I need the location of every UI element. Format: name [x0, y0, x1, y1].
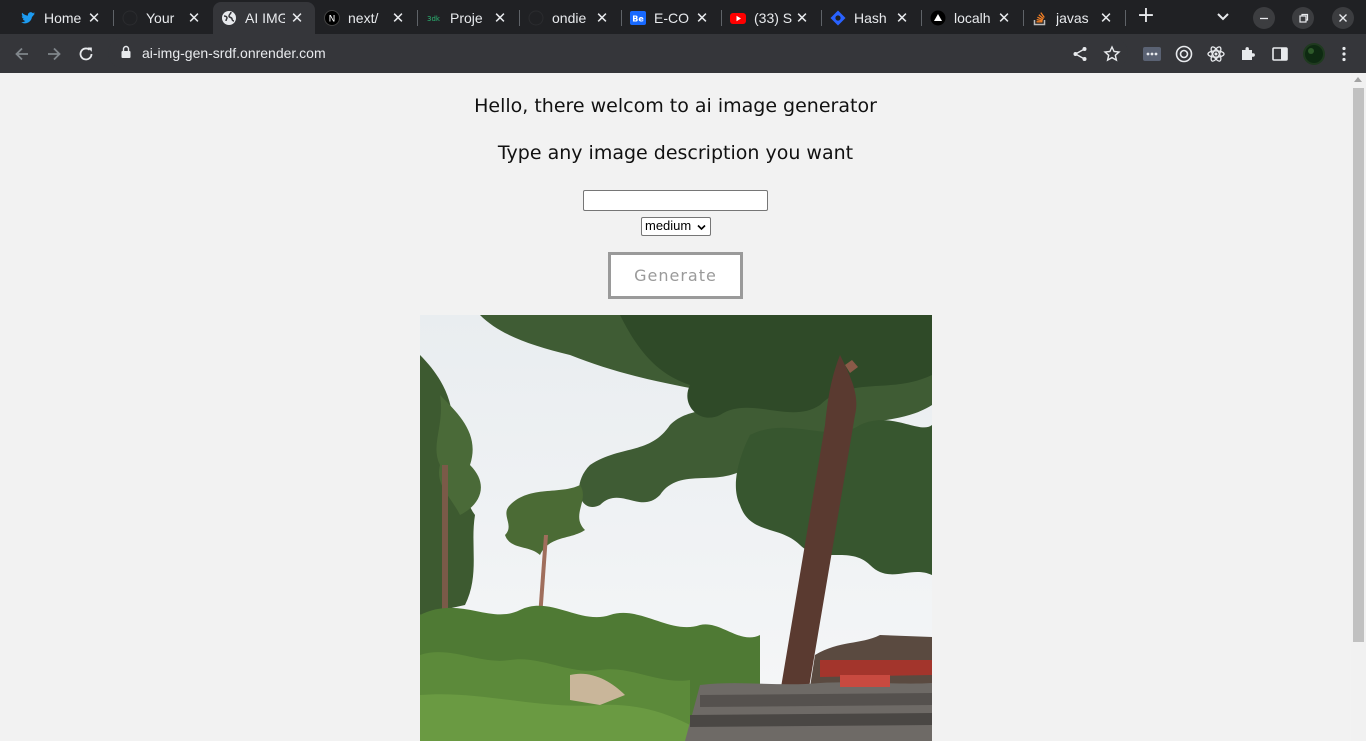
close-tab-icon[interactable]: ✕	[894, 10, 910, 26]
bookmark-star-icon[interactable]	[1102, 44, 1122, 64]
react-devtools-icon[interactable]	[1206, 44, 1226, 64]
profile-avatar[interactable]	[1302, 42, 1326, 66]
twitter-icon	[20, 10, 36, 26]
reload-icon[interactable]	[74, 42, 98, 66]
tab-project[interactable]: 3dk Proje ✕	[418, 2, 518, 34]
size-select[interactable]: medium	[641, 217, 711, 236]
close-tab-icon[interactable]: ✕	[694, 10, 710, 26]
tab-stackoverflow[interactable]: javas ✕	[1024, 2, 1124, 34]
tab-hashnode[interactable]: Hash ✕	[822, 2, 920, 34]
tab-title: next/	[348, 10, 379, 26]
tab-github[interactable]: Your ✕	[114, 2, 212, 34]
tab-title: AI IMG	[245, 10, 285, 26]
tab-title: javas	[1056, 10, 1089, 26]
close-tab-icon[interactable]: ✕	[996, 10, 1012, 26]
generate-button[interactable]: Generate	[608, 252, 743, 299]
share-icon[interactable]	[1070, 44, 1090, 64]
generated-image	[420, 315, 932, 741]
close-tab-icon[interactable]: ✕	[390, 10, 406, 26]
forward-icon[interactable]	[42, 42, 66, 66]
close-window-button[interactable]	[1332, 7, 1354, 29]
close-tab-icon[interactable]: ✕	[794, 10, 810, 26]
svg-text:N: N	[329, 15, 336, 25]
scroll-up-arrow-icon[interactable]	[1354, 77, 1362, 82]
restore-button[interactable]	[1292, 7, 1314, 29]
tab-strip: Home ✕ Your ✕ AI IMG ✕ N next/ ✕ 3dk Pro…	[0, 0, 1366, 34]
tab-title: Proje	[450, 10, 483, 26]
close-tab-icon[interactable]: ✕	[594, 10, 610, 26]
chevron-down-icon	[697, 224, 706, 231]
tab-behance[interactable]: Be E-CO ✕	[622, 2, 720, 34]
youtube-icon	[730, 10, 746, 26]
page-heading: Hello, there welcom to ai image generato…	[474, 95, 877, 117]
extensions-puzzle-icon[interactable]	[1238, 44, 1258, 64]
close-tab-icon[interactable]: ✕	[289, 10, 305, 26]
tab-next[interactable]: N next/ ✕	[316, 2, 416, 34]
lock-icon[interactable]	[120, 44, 132, 63]
behance-icon: Be	[630, 10, 646, 26]
tab-title: ondie	[552, 10, 587, 26]
github-icon	[528, 10, 544, 26]
tab-title: E-CO	[654, 10, 689, 26]
tab-localhost[interactable]: localh ✕	[922, 2, 1022, 34]
new-tab-button[interactable]: +	[1134, 5, 1158, 29]
minimize-button[interactable]	[1253, 7, 1275, 29]
nextjs-icon: N	[324, 10, 340, 26]
tab-separator	[1125, 10, 1126, 26]
prompt-input[interactable]	[583, 190, 768, 211]
size-select-value: medium	[645, 218, 692, 233]
vercel-icon	[930, 10, 946, 26]
extension-dots-icon[interactable]	[1142, 44, 1162, 64]
page-viewport: Hello, there welcom to ai image generato…	[0, 73, 1366, 741]
github-icon	[122, 10, 138, 26]
svg-text:3dk: 3dk	[427, 15, 441, 23]
browser-toolbar: ai-img-gen-srdf.onrender.com	[0, 34, 1366, 73]
url-text: ai-img-gen-srdf.onrender.com	[142, 45, 326, 61]
scrollbar-thumb[interactable]	[1353, 88, 1364, 642]
project-icon: 3dk	[426, 10, 442, 26]
tab-title: Home	[44, 10, 82, 26]
close-tab-icon[interactable]: ✕	[492, 10, 508, 26]
browser-menu-icon[interactable]	[1334, 44, 1354, 64]
close-tab-icon[interactable]: ✕	[86, 10, 102, 26]
tab-title: Your	[146, 10, 175, 26]
tab-search-chevron-icon[interactable]	[1213, 8, 1233, 26]
close-tab-icon[interactable]: ✕	[1098, 10, 1114, 26]
side-panel-icon[interactable]	[1270, 44, 1290, 64]
tab-title: localh	[954, 10, 991, 26]
svg-text:Be: Be	[632, 15, 644, 24]
address-bar[interactable]: ai-img-gen-srdf.onrender.com	[108, 38, 1128, 68]
target-extension-icon[interactable]	[1174, 44, 1194, 64]
tab-github-2[interactable]: ondie ✕	[520, 2, 620, 34]
tab-title: Hash	[854, 10, 887, 26]
page-subheading: Type any image description you want	[497, 142, 854, 164]
page-content: Hello, there welcom to ai image generato…	[0, 73, 1351, 741]
tab-title: (33) S	[754, 10, 793, 26]
tab-twitter[interactable]: Home ✕	[12, 2, 112, 34]
close-tab-icon[interactable]: ✕	[186, 10, 202, 26]
tab-ai-img-active[interactable]: AI IMG ✕	[213, 2, 315, 34]
page-scrollbar[interactable]	[1351, 73, 1366, 741]
stackoverflow-icon	[1032, 10, 1048, 26]
back-icon[interactable]	[10, 42, 34, 66]
globe-icon	[221, 10, 237, 26]
hashnode-icon	[830, 10, 846, 26]
tab-youtube[interactable]: (33) S ✕	[722, 2, 820, 34]
